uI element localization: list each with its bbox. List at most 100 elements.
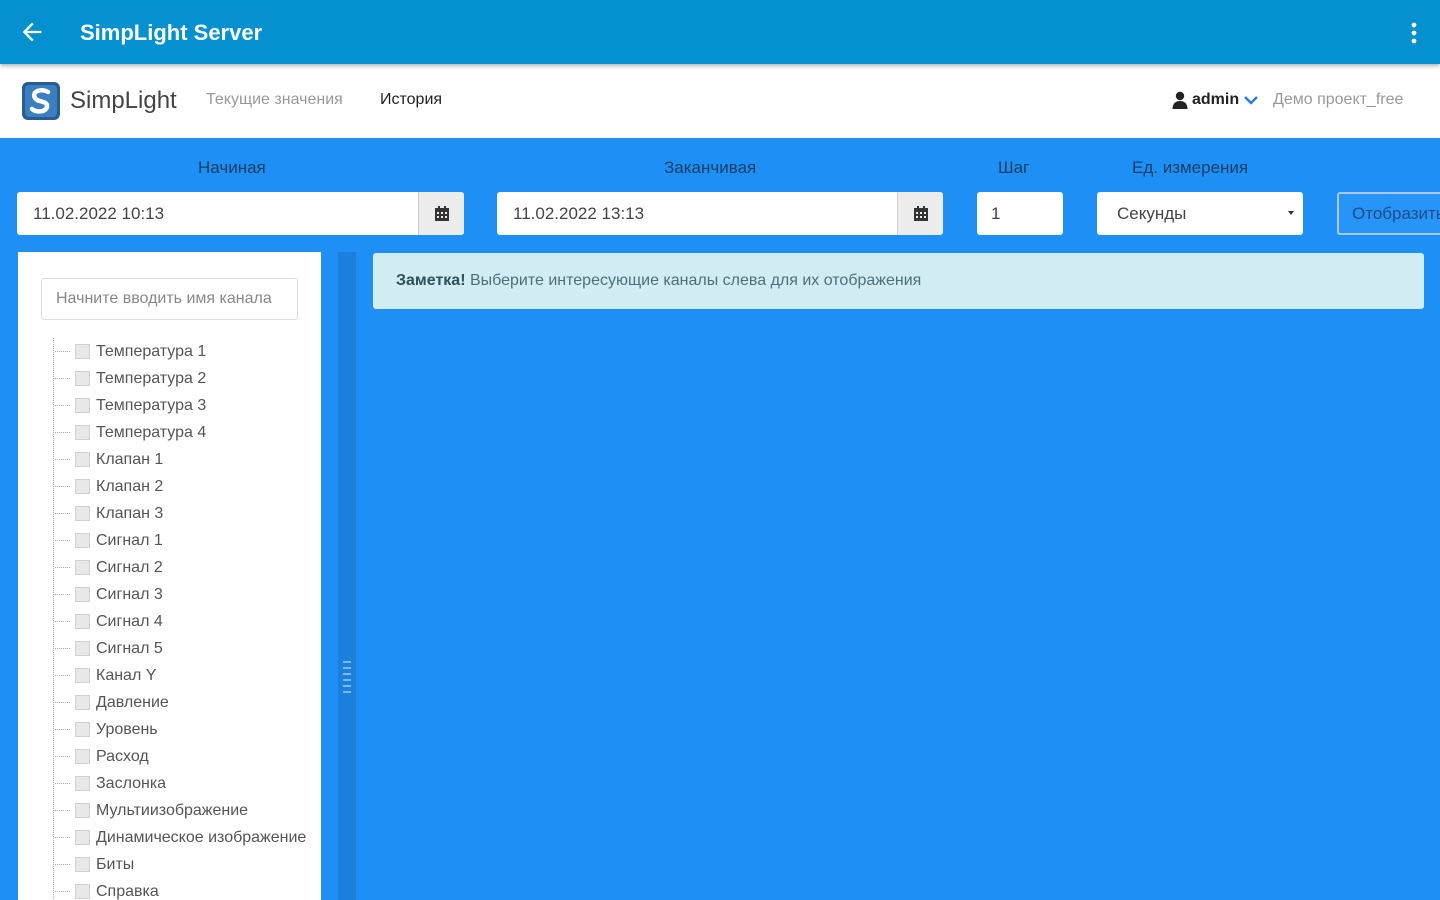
channel-item[interactable]: Справка <box>53 878 318 900</box>
user-menu[interactable]: admin <box>1172 90 1259 110</box>
channel-checkbox[interactable] <box>75 830 90 845</box>
calendar-icon <box>434 205 449 221</box>
nav-link-current-values[interactable]: Текущие значения <box>206 91 343 109</box>
channel-checkbox[interactable] <box>75 425 90 440</box>
channel-checkbox[interactable] <box>75 722 90 737</box>
channel-label: Клапан 1 <box>96 450 164 468</box>
channel-label: Уровень <box>96 720 158 738</box>
channel-label: Температура 4 <box>96 423 207 441</box>
unit-select[interactable]: Секунды <box>1097 192 1303 235</box>
channel-item[interactable]: Сигнал 5 <box>53 635 318 662</box>
start-datetime-field[interactable]: 11.02.2022 10:13 <box>17 192 464 235</box>
top-nav: SimpLight Текущие значения История admin… <box>0 64 1440 138</box>
channel-item[interactable]: Температура 4 <box>53 419 318 446</box>
channel-checkbox[interactable] <box>75 452 90 467</box>
project-name[interactable]: Демо проект_free <box>1273 91 1403 109</box>
channel-tree: Температура 1 Температура 2 Температура 3 Т… <box>53 338 318 900</box>
channel-item[interactable]: Давление <box>53 689 318 716</box>
channel-item[interactable]: Заслонка <box>53 770 318 797</box>
channel-item[interactable]: Клапан 2 <box>53 473 318 500</box>
end-calendar-button[interactable] <box>897 192 943 235</box>
channel-checkbox[interactable] <box>75 776 90 791</box>
channel-label: Сигнал 3 <box>96 585 163 603</box>
channel-checkbox[interactable] <box>75 857 90 872</box>
drag-handle-icon <box>343 661 351 693</box>
channel-checkbox[interactable] <box>75 884 90 899</box>
channel-item[interactable]: Сигнал 3 <box>53 581 318 608</box>
channel-checkbox[interactable] <box>75 668 90 683</box>
channel-item[interactable]: Биты <box>53 851 318 878</box>
more-vert-icon[interactable] <box>1402 20 1426 46</box>
channel-item[interactable]: Сигнал 4 <box>53 608 318 635</box>
channel-checkbox[interactable] <box>75 371 90 386</box>
end-label: Заканчивая <box>664 158 757 177</box>
channel-checkbox[interactable] <box>75 749 90 764</box>
channel-label: Клапан 2 <box>96 477 164 495</box>
start-calendar-button[interactable] <box>418 192 464 235</box>
channel-checkbox[interactable] <box>75 587 90 602</box>
alert-text: Выберите интересующие каналы слева для и… <box>465 272 922 289</box>
channel-label: Динамическое изображение <box>96 828 306 846</box>
caret-down-icon <box>1288 211 1294 215</box>
simplight-logo-icon <box>22 82 60 120</box>
end-datetime-value[interactable]: 11.02.2022 13:13 <box>497 192 897 235</box>
show-button[interactable]: Отобразить <box>1337 192 1440 235</box>
channel-search-input[interactable] <box>41 278 298 320</box>
user-icon <box>1172 91 1188 109</box>
channel-checkbox[interactable] <box>75 560 90 575</box>
channel-label: Мультиизображение <box>96 801 249 819</box>
app-bar: SimpLight Server <box>0 0 1440 64</box>
arrow-left-icon[interactable] <box>18 18 46 46</box>
channel-label: Канал Y <box>96 666 157 684</box>
channel-item[interactable]: Клапан 1 <box>53 446 318 473</box>
channel-checkbox[interactable] <box>75 641 90 656</box>
start-datetime-value[interactable]: 11.02.2022 10:13 <box>17 192 418 235</box>
panel-splitter[interactable] <box>338 252 356 900</box>
unit-select-value: Секунды <box>1117 204 1187 223</box>
channel-label: Расход <box>96 747 149 765</box>
channel-checkbox[interactable] <box>75 533 90 548</box>
channel-checkbox[interactable] <box>75 803 90 818</box>
user-name: admin <box>1192 91 1240 108</box>
channel-item[interactable]: Температура 3 <box>53 392 318 419</box>
channel-checkbox[interactable] <box>75 614 90 629</box>
channel-label: Заслонка <box>96 774 167 792</box>
channel-item[interactable]: Канал Y <box>53 662 318 689</box>
channel-label: Сигнал 4 <box>96 612 163 630</box>
channel-item[interactable]: Мультиизображение <box>53 797 318 824</box>
channel-label: Сигнал 5 <box>96 639 163 657</box>
channel-item[interactable]: Клапан 3 <box>53 500 318 527</box>
alert-title: Заметка! <box>396 272 466 289</box>
channel-item[interactable]: Расход <box>53 743 318 770</box>
chevron-down-icon <box>1244 96 1259 105</box>
channel-checkbox[interactable] <box>75 398 90 413</box>
channel-item[interactable]: Сигнал 1 <box>53 527 318 554</box>
channel-label: Справка <box>96 882 159 900</box>
unit-label: Ед. измерения <box>1132 158 1249 177</box>
channel-label: Температура 2 <box>96 369 207 387</box>
channel-label: Температура 3 <box>96 396 207 414</box>
channel-checkbox[interactable] <box>75 479 90 494</box>
start-label: Начиная <box>198 158 266 177</box>
channel-checkbox[interactable] <box>75 344 90 359</box>
channel-panel: Температура 1 Температура 2 Температура 3 Т… <box>18 252 321 900</box>
channel-item[interactable]: Динамическое изображение <box>53 824 318 851</box>
step-input[interactable] <box>977 192 1063 235</box>
brand-name: SimpLight <box>70 87 177 114</box>
calendar-icon <box>913 205 928 221</box>
channel-item[interactable]: Сигнал 2 <box>53 554 318 581</box>
nav-link-history[interactable]: История <box>380 91 442 109</box>
end-datetime-field[interactable]: 11.02.2022 13:13 <box>497 192 943 235</box>
channel-checkbox[interactable] <box>75 695 90 710</box>
app-title: SimpLight Server <box>80 20 263 45</box>
channel-item[interactable]: Температура 1 <box>53 338 318 365</box>
channel-label: Клапан 3 <box>96 504 164 522</box>
channel-item[interactable]: Температура 2 <box>53 365 318 392</box>
channel-label: Сигнал 1 <box>96 531 163 549</box>
info-alert: Заметка! Выберите интересующие каналы сл… <box>373 253 1424 309</box>
channel-label: Биты <box>96 855 135 873</box>
channel-checkbox[interactable] <box>75 506 90 521</box>
channel-item[interactable]: Уровень <box>53 716 318 743</box>
channel-label: Температура 1 <box>96 342 207 360</box>
channel-label: Давление <box>96 693 169 711</box>
